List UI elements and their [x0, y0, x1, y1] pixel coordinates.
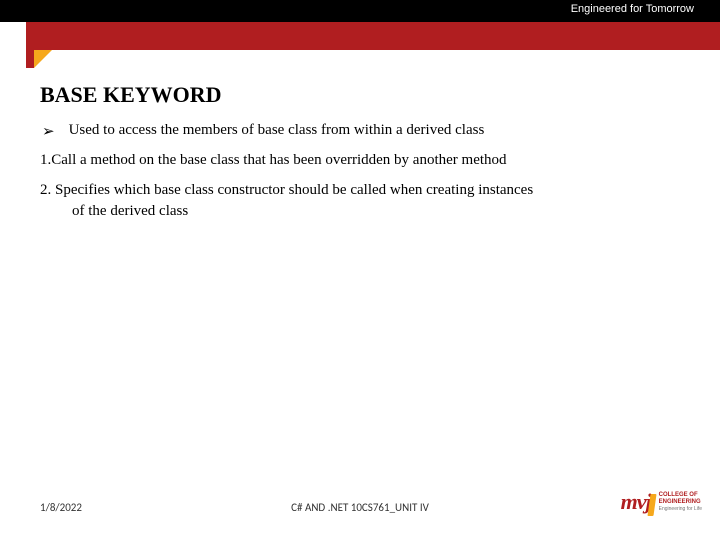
- slide-content: BASE KEYWORD ➢ Used to access the member…: [40, 82, 680, 231]
- gold-corner-accent: [34, 50, 52, 68]
- item2-line2: of the derived class: [40, 201, 680, 221]
- numbered-item-2: 2. Specifies which base class constructo…: [40, 180, 680, 221]
- red-vertical-tab: [26, 50, 34, 68]
- bullet-text: Used to access the members of base class…: [69, 122, 485, 139]
- top-black-bar: Engineered for Tomorrow: [0, 0, 720, 22]
- bullet-item: ➢ Used to access the members of base cla…: [40, 122, 680, 140]
- slide-footer: 1/8/2022 C# AND .NET 10CS761_UNIT IV mvj…: [0, 490, 720, 522]
- item2-line1: 2. Specifies which base class constructo…: [40, 182, 533, 198]
- tagline-text: Engineered for Tomorrow: [571, 3, 694, 15]
- red-banner: [26, 22, 720, 50]
- arrow-icon: ➢: [42, 122, 55, 140]
- numbered-item-1: 1.Call a method on the base class that h…: [40, 150, 680, 170]
- logo-text: COLLEGE OF ENGINEERING Engineering for L…: [659, 492, 702, 512]
- logo-mark: mvj: [621, 489, 655, 516]
- slide-title: BASE KEYWORD: [40, 82, 680, 108]
- college-logo: mvj COLLEGE OF ENGINEERING Engineering f…: [621, 489, 702, 516]
- footer-center-text: C# AND .NET 10CS761_UNIT IV: [0, 501, 720, 514]
